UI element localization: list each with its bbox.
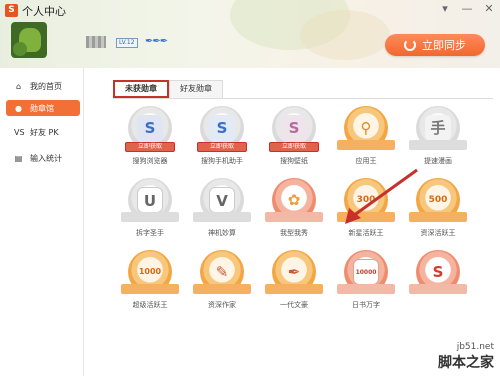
badge-sogou-wallpaper[interactable]: S 立即获取 搜狗壁纸 [259,106,329,168]
mobile-assistant-icon: S [209,115,235,141]
avatar-image [13,42,27,56]
obtain-now-button[interactable]: 立即获取 [125,142,175,152]
header: S 个人中心 ▾ — ✕ LV.12 ✒✒✒ 立即同步 [0,0,500,68]
badge-label: 搜狗手机助手 [201,157,243,165]
medal-ribbon [193,212,251,222]
calendar-icon: 10000 [353,259,379,285]
medal-ribbon [337,284,395,294]
sidebar-item-friend-pk[interactable]: VS 好友 PK [6,124,80,140]
medal-ribbon [121,212,179,222]
sidebar-item-home[interactable]: ⌂ 我的首页 [6,78,80,94]
badge-speed-manga[interactable]: 手 提速漫画 [403,106,473,168]
minimize-icon[interactable]: — [460,2,474,16]
handwriting-icon: 手 [425,115,451,141]
sidebar: ⌂ 我的首页 ● 勋章馆 VS 好友 PK ▤ 输入统计 [0,68,84,376]
header-decoration [300,10,390,60]
sidebar-item-input-stats[interactable]: ▤ 输入统计 [6,150,80,166]
medal-ribbon [265,212,323,222]
dropdown-icon[interactable]: ▾ [438,2,452,16]
avatar[interactable] [11,22,47,58]
medal-ribbon [409,284,467,294]
obtain-now-button[interactable]: 立即获取 [269,142,319,152]
pen-icons: ✒✒✒ [145,36,168,47]
window-title: 个人中心 [22,5,66,18]
badge-super-active-king[interactable]: 1000 超级活跃王 [115,250,185,312]
number-500-icon: 500 [428,195,448,205]
u-key-icon: U [137,187,163,213]
badge-label: 搜狗浏览器 [132,157,168,165]
book-quill-icon: ✎ [215,263,229,281]
badge-label: 一代文豪 [280,301,308,309]
watermark-site: 脚本之家 [438,355,494,371]
level-badge: LV.12 [116,38,138,48]
medal-ribbon [409,140,467,150]
badge-divine-calculation[interactable]: V 神机妙算 [187,178,257,240]
app-logo-icon: S [5,4,18,17]
window-controls: ▾ — ✕ [438,2,496,16]
close-icon[interactable]: ✕ [482,2,496,16]
tab-friend-medals[interactable]: 好友勋章 [169,80,223,98]
medal-icon: ● [15,103,22,113]
badge-sogou-browser[interactable]: S 立即获取 搜狗浏览器 [115,106,185,168]
obtain-now-button[interactable]: 立即获取 [197,142,247,152]
sidebar-item-label: 输入统计 [30,153,62,163]
superman-icon: S [432,263,444,281]
tab-divider [113,98,493,99]
badge-superman[interactable]: S [403,250,473,312]
sync-icon [404,39,416,51]
badge-label: 搜狗壁纸 [280,157,308,165]
badge-character-master[interactable]: U 拆字圣手 [115,178,185,240]
sync-button-label: 立即同步 [422,39,466,52]
medal-ribbon [265,284,323,294]
badge-label: 超级活跃王 [132,301,168,309]
medal-ribbon [193,284,251,294]
username-blurred [86,36,106,48]
sidebar-item-label: 勋章馆 [30,103,54,113]
badge-ten-thousand-words[interactable]: 10000 日书万字 [331,250,401,312]
browser-icon: S [137,115,163,141]
badge-literary-master[interactable]: ✒ 一代文豪 [259,250,329,312]
wrench-icon: ⚲ [360,119,372,137]
watermark: jb51.net 脚本之家 [438,342,494,372]
stats-icon: ▤ [14,153,23,163]
badge-label: 拆字圣手 [136,229,164,237]
badge-label: 我型我秀 [280,229,308,237]
badge-label: 日书万字 [352,301,380,309]
v-key-icon: V [209,187,235,213]
wallpaper-icon: S [281,115,307,141]
medal-ribbon [121,284,179,294]
annotation-arrow [345,168,418,224]
sidebar-item-medal-hall[interactable]: ● 勋章馆 [6,100,80,116]
main-panel: 未获勋章 好友勋章 S 立即获取 搜狗浏览器 S 立即获取 搜狗手机助手 S 立… [85,68,500,376]
sidebar-item-label: 我的首页 [30,81,62,91]
number-1000-icon: 1000 [138,267,162,276]
watermark-url: jb51.net [456,342,494,352]
badge-app-king[interactable]: ⚲ 应用王 [331,106,401,168]
badge-sogou-mobile-assistant[interactable]: S 立即获取 搜狗手机助手 [187,106,257,168]
quill-icon: ✒ [287,263,301,281]
sidebar-item-label: 好友 PK [30,127,59,137]
flower-icon: ✿ [287,191,301,209]
tab-unearned-medals[interactable]: 未获勋章 [113,80,169,98]
badge-label: 神机妙算 [208,229,236,237]
home-icon: ⌂ [15,81,22,91]
tab-bar: 未获勋章 好友勋章 [113,80,223,98]
badge-label: 资深作家 [208,301,236,309]
badge-senior-writer[interactable]: ✎ 资深作家 [187,250,257,312]
sync-now-button[interactable]: 立即同步 [385,34,485,56]
medal-ribbon [337,140,395,150]
badge-my-style-show[interactable]: ✿ 我型我秀 [259,178,329,240]
vs-icon: VS [14,127,25,137]
